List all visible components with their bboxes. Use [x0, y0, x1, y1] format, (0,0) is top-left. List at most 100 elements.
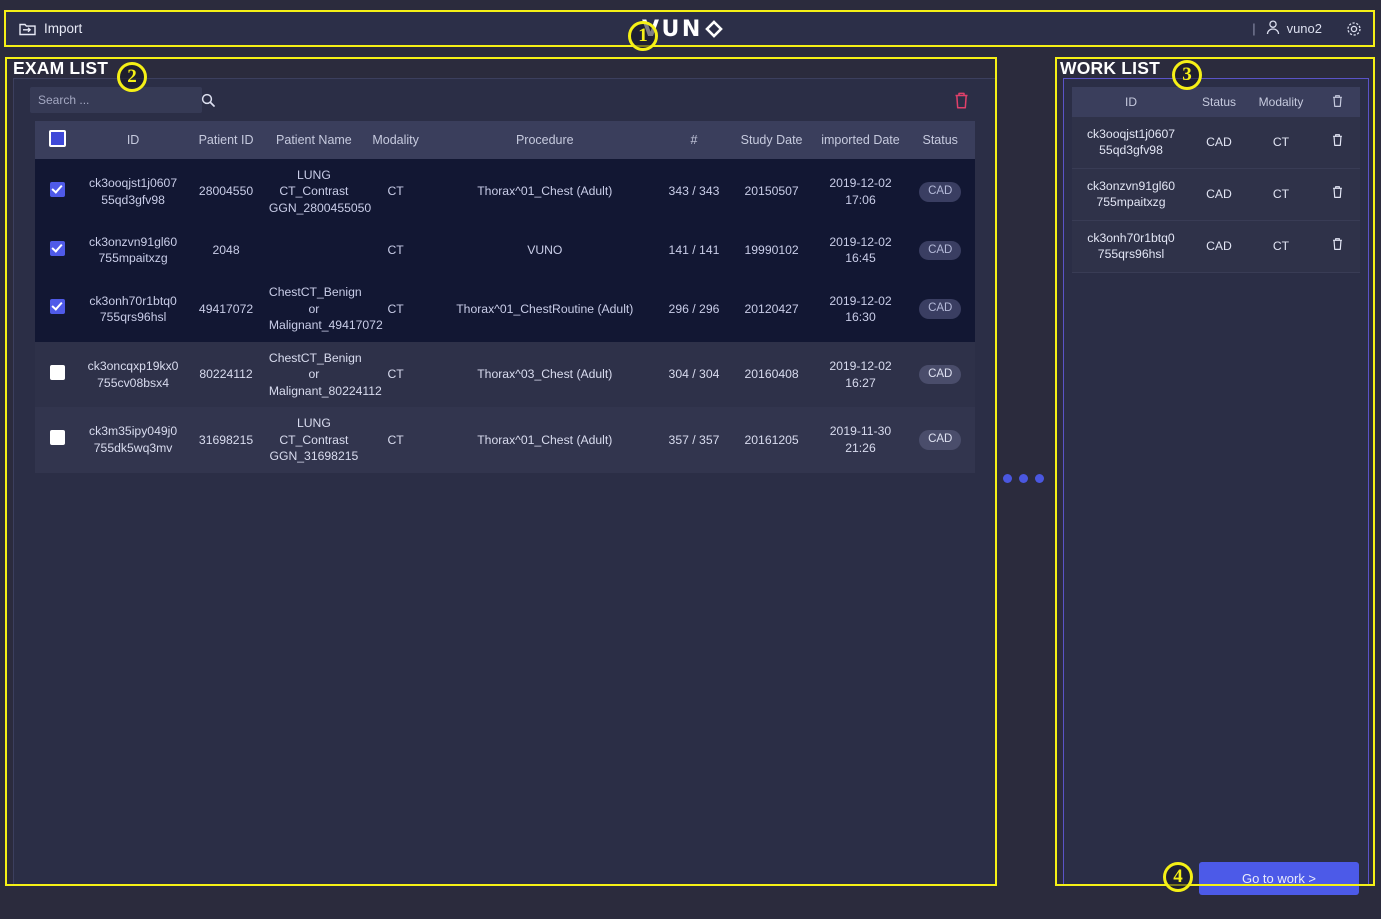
row-checkbox — [35, 159, 80, 225]
separator: | — [1252, 21, 1256, 36]
work-cell-delete — [1314, 117, 1360, 169]
status-badge: CAD — [919, 181, 962, 202]
work-col-status: Status — [1190, 87, 1248, 117]
import-button[interactable]: Import — [19, 21, 82, 36]
work-table-row[interactable]: ck3onzvn91gl60 755mpaitxzg CAD CT — [1072, 168, 1360, 221]
exam-list-panel: ID Patient ID Patient Name Modality Proc… — [13, 78, 997, 886]
exam-col-id[interactable]: ID — [79, 121, 187, 159]
exam-col-study-date[interactable]: Study Date — [727, 121, 816, 159]
exam-table-body: ck3ooqjst1j0607 55qd3gfv98 28004550 LUNG C… — [35, 159, 975, 473]
panel-resize-handle[interactable] — [1003, 474, 1044, 483]
work-cell-id: ck3ooqjst1j0607 55qd3gfv98 — [1072, 117, 1190, 169]
cell-id: ck3onzvn91gl60 755mpaitxzg — [79, 224, 187, 277]
go-to-work-button[interactable]: Go to work > — [1199, 862, 1359, 895]
delete-row-icon[interactable] — [1331, 133, 1344, 147]
work-cell-status: CAD — [1190, 117, 1248, 169]
cell-patient-id: 2048 — [186, 224, 266, 277]
cell-modality: CT — [361, 224, 430, 277]
work-cell-status: CAD — [1190, 220, 1248, 273]
status-badge: CAD — [919, 430, 962, 450]
row-checkbox[interactable] — [49, 240, 65, 256]
cell-id: ck3m35ipy049j0 755dk5wq3mv — [79, 407, 187, 473]
cell-modality: CT — [361, 276, 430, 342]
cell-study-date: 20161205 — [727, 407, 816, 473]
user-menu[interactable]: vuno2 — [1266, 19, 1322, 38]
cell-modality: CT — [361, 407, 430, 473]
work-cell-delete — [1314, 168, 1360, 221]
work-cell-delete — [1314, 220, 1360, 273]
cell-id: ck3oncqxp19kx0 755cv08bsx4 — [79, 341, 187, 408]
exam-col-procedure[interactable]: Procedure — [429, 121, 661, 159]
row-checkbox[interactable] — [49, 299, 65, 315]
work-col-delete — [1314, 87, 1360, 117]
trash-icon — [1331, 94, 1344, 111]
delete-row-icon[interactable] — [1331, 185, 1344, 199]
exam-table-row[interactable]: ck3onzvn91gl60 755mpaitxzg 2048 CT VUNO 141 … — [35, 224, 975, 277]
cell-imported-date: 2019-12-02 16:27 — [815, 341, 906, 408]
drag-dot — [1019, 474, 1028, 483]
search-icon[interactable] — [201, 87, 215, 113]
cell-study-date: 20160408 — [727, 341, 816, 408]
exam-col-patient-id[interactable]: Patient ID — [186, 121, 266, 159]
work-list-panel: ID Status Modality ck3ooqjst1j0607 55qd3… — [1063, 78, 1369, 886]
cell-imported-date: 2019-11-30 21:26 — [815, 407, 906, 473]
cell-study-date: 20120427 — [727, 276, 816, 342]
status-badge: CAD — [919, 364, 962, 385]
topbar-right-group: | vuno2 — [1252, 19, 1362, 38]
cell-patient-id: 80224112 — [186, 341, 266, 408]
search-box[interactable] — [30, 87, 215, 113]
work-cell-modality: CT — [1248, 168, 1314, 221]
select-all-checkbox[interactable] — [48, 129, 66, 147]
work-list-title: WORK LIST — [1060, 58, 1160, 78]
cell-imported-date: 2019-12-02 17:06 — [815, 159, 906, 225]
cell-count: 296 / 296 — [660, 276, 728, 342]
folder-import-icon — [19, 22, 36, 36]
delete-row-icon[interactable] — [1331, 237, 1344, 251]
cell-procedure: Thorax^01_ChestRoutine (Adult) — [429, 276, 661, 342]
work-table-row[interactable]: ck3onh70r1btq0 755qrs96hsl CAD CT — [1072, 220, 1360, 273]
cell-id: ck3onh70r1btq0 755qrs96hsl — [79, 276, 187, 342]
work-col-id: ID — [1072, 87, 1190, 117]
search-input[interactable] — [30, 93, 201, 107]
work-cell-modality: CT — [1248, 220, 1314, 273]
delete-selected-icon[interactable] — [953, 91, 970, 110]
exam-table-row[interactable]: ck3ooqjst1j0607 55qd3gfv98 28004550 LUNG C… — [35, 159, 975, 225]
cell-count: 357 / 357 — [660, 407, 728, 473]
work-table-header-row: ID Status Modality — [1072, 87, 1360, 117]
row-checkbox[interactable] — [49, 181, 65, 197]
exam-col-status[interactable]: Status — [905, 121, 975, 159]
cell-patient-name: ChestCT_Benign or Malignant_80224112 — [265, 341, 382, 408]
work-table-row[interactable]: ck3ooqjst1j0607 55qd3gfv98 CAD CT — [1072, 117, 1360, 169]
cell-count: 304 / 304 — [660, 341, 728, 408]
cell-imported-date: 2019-12-02 16:45 — [815, 224, 906, 277]
exam-list-title: EXAM LIST — [13, 58, 109, 78]
user-icon — [1266, 19, 1280, 38]
row-checkbox[interactable] — [49, 430, 65, 446]
cell-status: CAD — [905, 276, 975, 342]
exam-col-modality[interactable]: Modality — [361, 121, 430, 159]
exam-table-row[interactable]: ck3m35ipy049j0 755dk5wq3mv 31698215 LUNG C… — [35, 407, 975, 473]
import-label: Import — [44, 21, 83, 36]
gear-icon[interactable] — [1346, 21, 1362, 37]
row-checkbox[interactable] — [49, 364, 65, 380]
row-checkbox — [35, 341, 80, 408]
exam-col-select — [35, 121, 80, 159]
exam-col-imported-date[interactable]: imported Date — [815, 121, 906, 159]
exam-col-patient-name[interactable]: Patient Name — [265, 121, 362, 159]
work-cell-modality: CT — [1248, 117, 1314, 169]
cell-count: 141 / 141 — [660, 224, 728, 277]
exam-col-count[interactable]: # — [660, 121, 728, 159]
annotation-badge-3: 3 — [1172, 60, 1202, 90]
cell-patient-name: LUNG CT_Contrast GGN_2800455050 — [265, 159, 371, 225]
exam-table-row[interactable]: ck3oncqxp19kx0 755cv08bsx4 80224112 ChestC… — [35, 341, 975, 408]
cell-patient-id: 49417072 — [186, 276, 266, 342]
exam-table: ID Patient ID Patient Name Modality Proc… — [35, 121, 975, 473]
cell-procedure: Thorax^01_Chest (Adult) — [429, 407, 661, 473]
row-checkbox — [35, 224, 80, 277]
cell-procedure: VUNO — [429, 224, 661, 277]
annotation-badge-4: 4 — [1163, 862, 1193, 892]
cell-procedure: Thorax^01_Chest (Adult) — [429, 159, 661, 225]
row-checkbox — [35, 276, 80, 342]
exam-toolbar — [14, 79, 996, 121]
exam-table-row[interactable]: ck3onh70r1btq0 755qrs96hsl 49417072 ChestC… — [35, 276, 975, 342]
